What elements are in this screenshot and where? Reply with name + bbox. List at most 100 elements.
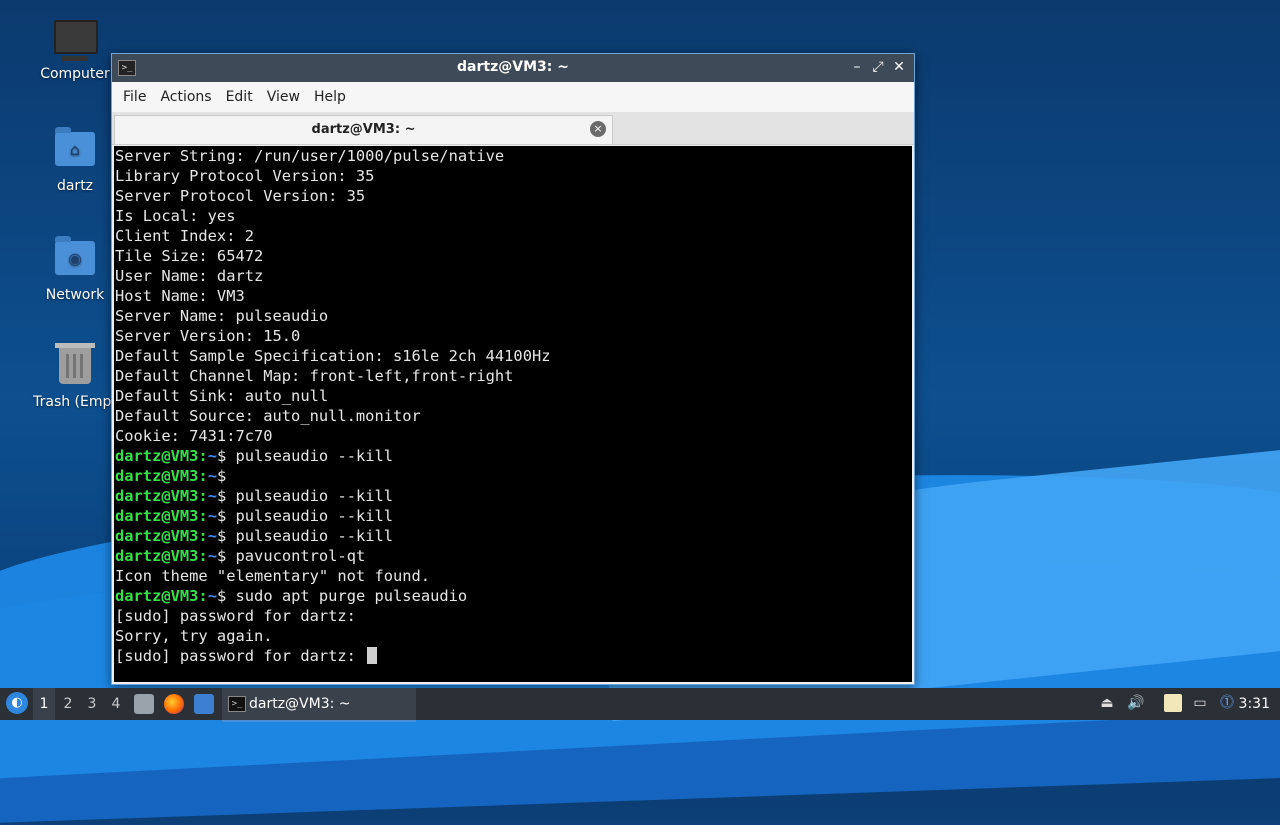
output-text: [sudo] password for dartz: <box>115 647 366 665</box>
computer-icon <box>54 20 98 61</box>
output-text: Is Local: yes <box>115 207 236 225</box>
output-text: Server String: /run/user/1000/pulse/nati… <box>115 147 505 165</box>
prompt-user: dartz@VM3 <box>115 487 199 505</box>
terminal-line: Server Version: 15.0 <box>115 326 912 346</box>
firefox-icon[interactable] <box>164 694 184 714</box>
eject-icon[interactable]: ⏏ <box>1098 694 1116 712</box>
output-text: Host Name: VM3 <box>115 287 245 305</box>
menu-view[interactable]: View <box>260 89 307 105</box>
workspace-3[interactable]: 3 <box>81 688 103 720</box>
output-text: Default Sink: auto_null <box>115 387 329 405</box>
tab-label: dartz@VM3: ~ <box>311 122 416 137</box>
terminal-line: dartz@VM3:~$ pulseaudio --kill <box>115 487 394 505</box>
minimize-button[interactable]: – <box>848 58 866 76</box>
output-text: User Name: dartz <box>115 267 264 285</box>
show-desktop-icon[interactable] <box>194 694 214 714</box>
output-text: Server Version: 15.0 <box>115 327 301 345</box>
terminal-window[interactable]: >_ dartz@VM3: ~ – ⤢ ✕ File Actions Edit … <box>111 53 915 685</box>
lubuntu-start-icon[interactable]: ◐ <box>6 692 28 714</box>
terminal-line: Default Sample Specification: s16le 2ch … <box>115 346 912 366</box>
terminal-line: Cookie: 7431:7c70 <box>115 426 912 446</box>
clock[interactable]: 3:31 <box>1239 688 1270 720</box>
tab-terminal[interactable]: dartz@VM3: ~ × <box>114 115 613 144</box>
terminal-line: Library Protocol Version: 35 <box>115 166 912 186</box>
prompt-path: ~ <box>207 507 217 525</box>
prompt-user: dartz@VM3 <box>115 527 199 545</box>
output-text: Default Channel Map: front-left,front-ri… <box>115 367 514 385</box>
terminal-line: dartz@VM3:~$ pulseaudio --kill <box>115 507 394 525</box>
terminal-line: Server Name: pulseaudio <box>115 306 912 326</box>
desktop-icon-trash[interactable]: Trash (Empt <box>25 343 125 410</box>
taskbar-task-terminal[interactable]: >_ dartz@VM3: ~ <box>222 688 416 722</box>
desktop-icon-label: Trash (Empt <box>33 394 117 410</box>
terminal-line: User Name: dartz <box>115 266 912 286</box>
command-text: pulseaudio --kill <box>235 487 394 505</box>
task-label: dartz@VM3: ~ <box>249 696 351 712</box>
output-text: Tile Size: 65472 <box>115 247 264 265</box>
terminal-output[interactable]: Server String: /run/user/1000/pulse/nati… <box>114 146 912 682</box>
terminal-lines: Server String: /run/user/1000/pulse/nati… <box>114 146 912 666</box>
workspace-2[interactable]: 2 <box>57 688 79 720</box>
menu-actions[interactable]: Actions <box>153 89 218 105</box>
command-text: pulseaudio --kill <box>235 527 394 545</box>
terminal-line: dartz@VM3:~$ pulseaudio --kill <box>115 527 394 545</box>
menu-file[interactable]: File <box>116 89 153 105</box>
text-cursor <box>367 647 378 664</box>
output-text: Cookie: 7431:7c70 <box>115 427 273 445</box>
menu-help[interactable]: Help <box>307 89 353 105</box>
close-button[interactable]: ✕ <box>890 58 908 76</box>
prompt-user: dartz@VM3 <box>115 507 199 525</box>
command-text: sudo apt purge pulseaudio <box>235 587 468 605</box>
taskbar: ◐ 1 2 3 4 >_ dartz@VM3: ~ ⏏ 🔊 ▭ ⓵ 3:31 <box>0 688 1280 722</box>
desktop-icon-label: dartz <box>56 178 94 194</box>
desktop-icon-home[interactable]: ⌂ dartz <box>25 127 125 194</box>
terminal-line: Default Channel Map: front-left,front-ri… <box>115 366 912 386</box>
terminal-line: Server String: /run/user/1000/pulse/nati… <box>115 146 912 166</box>
prompt-path: ~ <box>207 587 217 605</box>
terminal-line: Host Name: VM3 <box>115 286 912 306</box>
terminal-line: dartz@VM3:~$ <box>115 467 236 485</box>
prompt-path: ~ <box>207 487 217 505</box>
desktop-icon-network[interactable]: ◉ Network <box>25 236 125 303</box>
output-text: Client Index: 2 <box>115 227 254 245</box>
output-text: Default Source: auto_null.monitor <box>115 407 421 425</box>
output-text: Server Name: pulseaudio <box>115 307 329 325</box>
output-text: [sudo] password for dartz: <box>115 607 356 625</box>
terminal-line: Client Index: 2 <box>115 226 912 246</box>
command-text: pulseaudio --kill <box>235 507 394 525</box>
command-text: pavucontrol-qt <box>235 547 366 565</box>
output-text: Default Sample Specification: s16le 2ch … <box>115 347 551 365</box>
terminal-line: dartz@VM3:~$ pavucontrol-qt <box>115 547 366 565</box>
terminal-line: Default Sink: auto_null <box>115 386 912 406</box>
desktop-icon-computer[interactable]: Computer <box>25 20 125 82</box>
prompt-user: dartz@VM3 <box>115 447 199 465</box>
workspace-1[interactable]: 1 <box>33 688 55 720</box>
menu-edit[interactable]: Edit <box>219 89 260 105</box>
home-folder-icon: ⌂ <box>54 127 96 172</box>
terminal-line: dartz@VM3:~$ pulseaudio --kill <box>115 447 394 465</box>
update-notifier-icon[interactable]: ⓵ <box>1218 694 1236 712</box>
workspace-4[interactable]: 4 <box>105 688 127 720</box>
terminal-line: Tile Size: 65472 <box>115 246 912 266</box>
clipboard-icon[interactable] <box>1164 694 1182 712</box>
window-titlebar[interactable]: >_ dartz@VM3: ~ – ⤢ ✕ <box>112 54 914 82</box>
tab-bar: dartz@VM3: ~ × <box>112 112 914 145</box>
file-manager-icon[interactable] <box>134 694 154 714</box>
prompt-user: dartz@VM3 <box>115 547 199 565</box>
output-text: Server Protocol Version: 35 <box>115 187 366 205</box>
output-text: Icon theme "elementary" not found. <box>115 567 431 585</box>
terminal-line: [sudo] password for dartz: <box>115 646 912 666</box>
network-icon[interactable]: ▭ <box>1191 694 1209 712</box>
trash-icon <box>54 343 96 388</box>
command-text: pulseaudio --kill <box>235 447 394 465</box>
output-text: Library Protocol Version: 35 <box>115 167 375 185</box>
tab-close-icon[interactable]: × <box>590 121 606 137</box>
maximize-button[interactable]: ⤢ <box>869 58 887 76</box>
terminal-task-icon: >_ <box>228 696 246 712</box>
prompt-user: dartz@VM3 <box>115 467 199 485</box>
prompt-path: ~ <box>207 447 217 465</box>
volume-icon[interactable]: 🔊 <box>1127 694 1145 712</box>
terminal-line: Server Protocol Version: 35 <box>115 186 912 206</box>
prompt-user: dartz@VM3 <box>115 587 199 605</box>
terminal-line: Default Source: auto_null.monitor <box>115 406 912 426</box>
